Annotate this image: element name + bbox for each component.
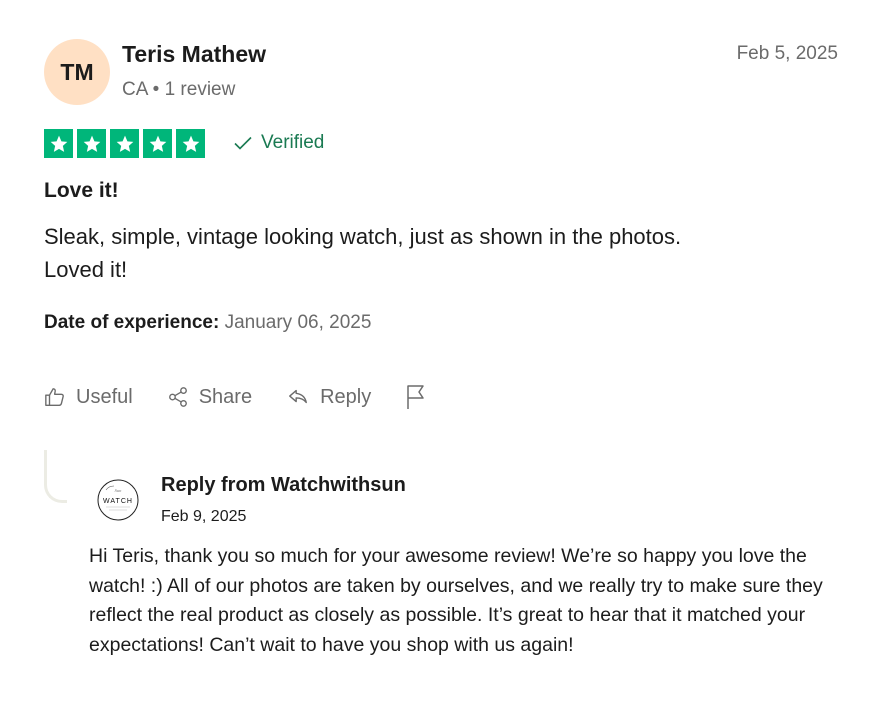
avatar: TM: [44, 39, 110, 105]
star-icon: [176, 129, 205, 158]
checkmark-icon: [234, 136, 252, 150]
flag-icon: [407, 385, 424, 409]
svg-text:Sun: Sun: [115, 488, 123, 493]
report-button[interactable]: [405, 384, 427, 410]
review-date: Feb 5, 2025: [736, 43, 838, 64]
share-button[interactable]: Share: [167, 386, 252, 409]
star-icon: [143, 129, 172, 158]
star-icon: [110, 129, 139, 158]
reply-date: Feb 9, 2025: [161, 508, 247, 525]
reviewer-review-count: 1 review: [164, 79, 236, 100]
reviewer-country: CA: [122, 79, 148, 100]
reply-button[interactable]: Reply: [286, 386, 371, 409]
company-logo[interactable]: Sun WATCH: [96, 478, 140, 522]
reply-connector-line: [44, 450, 67, 503]
share-label: Share: [198, 385, 253, 408]
useful-label: Useful: [76, 385, 133, 408]
verified-badge[interactable]: Verified: [233, 132, 324, 154]
review-body: Sleak, simple, vintage looking watch, ju…: [44, 220, 824, 286]
reply-label: Reply: [320, 385, 372, 408]
star-icon: [44, 129, 73, 158]
review-actions: Useful Share Reply: [44, 384, 461, 410]
review-body-line: Loved it!: [44, 257, 128, 282]
avatar-initials: TM: [60, 58, 94, 85]
experience-date: January 06, 2025: [224, 312, 372, 333]
verified-label: Verified: [261, 132, 325, 153]
share-icon: [168, 387, 187, 407]
meta-separator: •: [152, 79, 165, 100]
review-body-line: Sleak, simple, vintage looking watch, ju…: [44, 224, 682, 249]
reviewer-meta: CA • 1 review: [122, 79, 235, 101]
reply-body: Hi Teris, thank you so much for your awe…: [89, 545, 823, 656]
thumbs-up-icon: [45, 388, 64, 406]
useful-button[interactable]: Useful: [44, 386, 133, 409]
reply-icon: [289, 389, 308, 404]
review-title: Love it!: [44, 179, 119, 202]
star-icon: [77, 129, 106, 158]
reply-from-heading: Reply from Watchwithsun: [161, 474, 406, 496]
logo-wordmark: WATCH: [103, 498, 133, 505]
reviewer-name[interactable]: Teris Mathew: [122, 41, 266, 68]
star-rating: [44, 129, 205, 158]
date-of-experience: Date of experience: January 06, 2025: [44, 312, 371, 334]
experience-label: Date of experience:: [44, 312, 220, 333]
